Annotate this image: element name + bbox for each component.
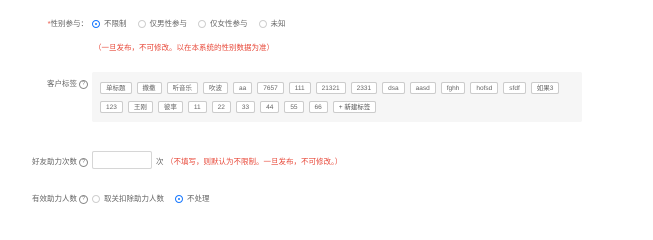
tag-item[interactable]: 吹波 bbox=[203, 82, 228, 94]
tag-item[interactable]: 7657 bbox=[257, 82, 284, 94]
gender-option-female-only[interactable]: 仅女性参与 bbox=[198, 18, 248, 29]
help-icon[interactable]: ? bbox=[79, 157, 88, 167]
tag-item[interactable]: 123 bbox=[100, 101, 123, 113]
tag-item[interactable]: 55 bbox=[284, 101, 304, 113]
gender-option-male-only[interactable]: 仅男性参与 bbox=[137, 18, 187, 29]
radio-unchecked-icon[interactable] bbox=[198, 19, 206, 28]
valid-assist-option-deduct[interactable]: 取关扣除助力人数 bbox=[92, 193, 164, 204]
valid-assist-label: 有效助力人数? bbox=[0, 193, 88, 204]
radio-checked-icon[interactable] bbox=[92, 19, 100, 28]
add-tag-button[interactable]: + 新建标签 bbox=[332, 101, 377, 113]
tag-item[interactable]: 彼率 bbox=[157, 101, 183, 113]
tag-item[interactable]: dsa bbox=[382, 82, 405, 94]
unit-label: 次 bbox=[156, 157, 164, 166]
tag-item[interactable]: 王刚 bbox=[127, 101, 153, 113]
tag-item[interactable]: 听音乐 bbox=[166, 82, 198, 94]
help-icon[interactable]: ? bbox=[79, 79, 88, 89]
friend-assist-label: 好友助力次数? bbox=[0, 156, 88, 167]
tag-item[interactable]: hofsd bbox=[470, 82, 499, 94]
tag-item[interactable]: aasd bbox=[409, 82, 436, 94]
tag-item[interactable]: 2331 bbox=[350, 82, 378, 94]
friend-assist-note: （不填写，则默认为不限制。一旦发布，不可修改。） bbox=[166, 157, 343, 166]
radio-unchecked-icon[interactable] bbox=[92, 194, 100, 203]
gender-option-unlimited[interactable]: 不限制 bbox=[92, 18, 127, 29]
gender-label: *性别参与： bbox=[47, 19, 88, 28]
gender-note: （一旦发布，不可修改。以在本系统的性别数据为准） bbox=[94, 43, 274, 52]
radio-unchecked-icon[interactable] bbox=[137, 19, 146, 28]
tag-item[interactable]: sfdf bbox=[503, 82, 526, 94]
gender-radio-group: 不限制 仅男性参与 仅女性参与 未知 bbox=[92, 18, 297, 29]
radio-unchecked-icon[interactable] bbox=[258, 19, 267, 28]
tag-item[interactable]: fghh bbox=[440, 82, 466, 94]
valid-assist-option-ignore[interactable]: 不处理 bbox=[175, 193, 210, 204]
tag-container: 单标题 撒撒 听音乐 吹波 aa 7657 111 21321 2331 dsa aasd fghh h… bbox=[92, 72, 582, 122]
tag-row: 单标题 撒撒 听音乐 吹波 aa 7657 111 21321 2331 dsa aasd fghh h… bbox=[100, 82, 570, 94]
valid-assist-radio-group: 取关扣除助力人数 不处理 bbox=[92, 193, 221, 204]
tag-item[interactable]: 撒撒 bbox=[136, 82, 162, 94]
tag-item[interactable]: 11 bbox=[187, 101, 207, 113]
gender-option-unknown[interactable]: 未知 bbox=[258, 18, 286, 29]
tag-item[interactable]: 单标题 bbox=[100, 82, 132, 94]
tag-row: 123 王刚 彼率 11 22 33 44 55 66 + 新建标签 bbox=[100, 101, 570, 113]
friend-assist-count-input[interactable] bbox=[92, 151, 152, 169]
tag-item[interactable]: aa bbox=[233, 82, 253, 94]
tag-list: 单标题 撒撒 听音乐 吹波 aa 7657 111 21321 2331 dsa aasd fghh h… bbox=[100, 82, 570, 120]
tag-item[interactable]: 22 bbox=[211, 101, 231, 113]
customer-tags-label: 客户标签? bbox=[0, 78, 88, 89]
radio-checked-icon[interactable] bbox=[175, 194, 183, 203]
tag-item[interactable]: 44 bbox=[260, 101, 280, 113]
help-icon[interactable]: ? bbox=[79, 194, 88, 204]
tag-item[interactable]: 111 bbox=[288, 82, 311, 94]
tag-item[interactable]: 21321 bbox=[315, 82, 346, 94]
tag-item[interactable]: 33 bbox=[235, 101, 256, 113]
tag-item[interactable]: 66 bbox=[308, 101, 328, 113]
tag-item[interactable]: 如果3 bbox=[530, 82, 560, 94]
